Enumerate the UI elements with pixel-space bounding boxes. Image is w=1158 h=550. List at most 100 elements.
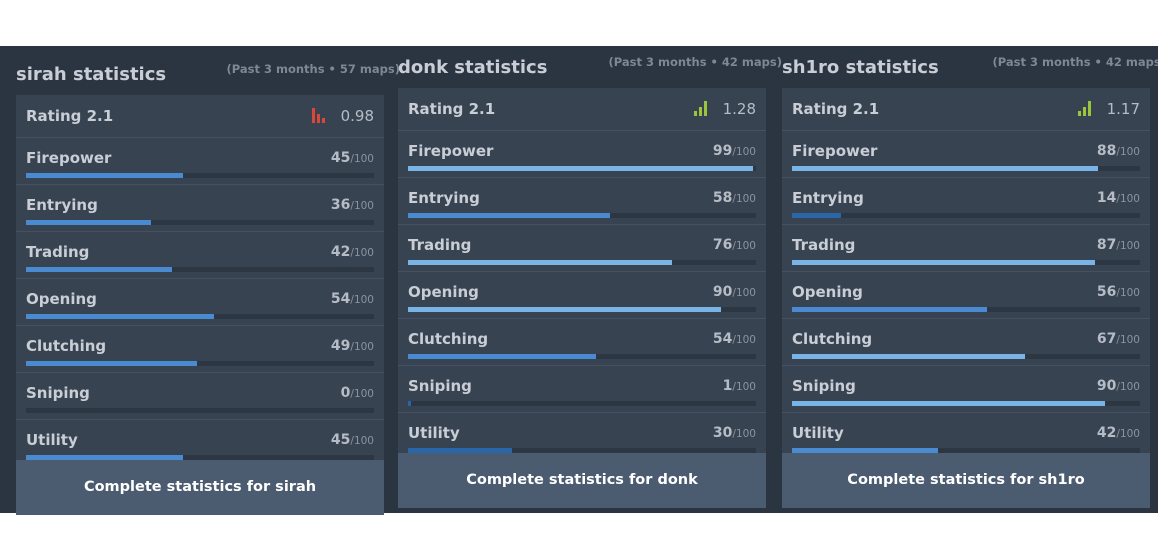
stat-score: 36: [330, 197, 351, 213]
stat-score: 49: [330, 338, 351, 354]
stat-row-trading: Trading 42/100: [16, 232, 384, 279]
stat-value: 54/100: [713, 331, 756, 347]
stat-bar-track: [792, 307, 1140, 312]
stat-bar-fill: [792, 354, 1026, 359]
stat-value: 0/100: [341, 385, 374, 401]
rating-row: Rating 2.1 1.17: [782, 88, 1150, 131]
stat-bar-fill: [408, 166, 753, 171]
stat-max: /100: [732, 287, 756, 299]
stat-value: 54/100: [331, 291, 374, 307]
stat-max: /100: [350, 435, 374, 447]
stat-row-entrying: Entrying 36/100: [16, 185, 384, 232]
stat-score: 76: [712, 237, 733, 253]
rating-row: Rating 2.1 1.28: [398, 88, 766, 131]
stat-row-trading: Trading 76/100: [398, 225, 766, 272]
stat-bar-fill: [792, 166, 1099, 171]
stat-value: 87/100: [1097, 237, 1140, 253]
stat-value: 58/100: [713, 190, 756, 206]
stat-score: 56: [1096, 284, 1117, 300]
stat-value: 67/100: [1097, 331, 1140, 347]
stat-row-entrying: Entrying 58/100: [398, 178, 766, 225]
stat-name: Sniping: [26, 384, 90, 402]
stat-value: 36/100: [331, 197, 374, 213]
stat-score: 54: [330, 291, 351, 307]
stat-score: 58: [712, 190, 733, 206]
stat-value: 56/100: [1097, 284, 1140, 300]
stat-bar-fill: [408, 260, 673, 265]
stat-max: /100: [350, 153, 374, 165]
rating-value: 1.17: [1106, 100, 1140, 118]
stat-row-trading: Trading 87/100: [782, 225, 1150, 272]
complete-statistics-button[interactable]: Complete statistics for donk: [398, 453, 766, 508]
stat-bar-fill: [26, 173, 183, 178]
stat-name: Trading: [26, 243, 90, 261]
stat-bar-track: [792, 354, 1140, 359]
stat-bar-fill: [408, 213, 610, 218]
stat-bar-fill: [792, 260, 1095, 265]
complete-statistics-button[interactable]: Complete statistics for sh1ro: [782, 453, 1150, 508]
stat-row-opening: Opening 90/100: [398, 272, 766, 319]
stat-value: 49/100: [331, 338, 374, 354]
stat-bar-fill: [408, 307, 722, 312]
stat-value: 88/100: [1097, 143, 1140, 159]
stat-value: 99/100: [713, 143, 756, 159]
stat-name: Utility: [26, 431, 78, 449]
stat-bar-track: [408, 166, 756, 171]
stat-bar-fill: [408, 354, 596, 359]
stat-name: Trading: [792, 236, 856, 254]
stat-row-firepower: Firepower 45/100: [16, 138, 384, 185]
stat-name: Entrying: [792, 189, 864, 207]
stat-bar-track: [792, 213, 1140, 218]
rating-value: 1.28: [722, 100, 756, 118]
stat-score: 45: [330, 150, 351, 166]
stat-bar-track: [408, 354, 756, 359]
complete-statistics-button[interactable]: Complete statistics for sirah: [16, 460, 384, 515]
stat-name: Utility: [408, 424, 460, 442]
player-stats-panel: sirah statistics (Past 3 months • 57 maps…: [16, 46, 400, 515]
stat-max: /100: [1116, 428, 1140, 440]
stat-row-clutching: Clutching 49/100: [16, 326, 384, 373]
panel-title: donk statistics: [398, 57, 548, 78]
stat-bar-fill: [26, 361, 197, 366]
stat-score: 0: [340, 385, 351, 401]
stat-name: Trading: [408, 236, 472, 254]
panel-title: sh1ro statistics: [782, 57, 939, 78]
stat-bar-fill: [792, 401, 1106, 406]
stats-card: Rating 2.1 1.28 Firepower 99/100 Entrying 58/…: [398, 88, 766, 459]
stat-bar-track: [26, 267, 374, 272]
stat-bar-track: [792, 166, 1140, 171]
stat-row-firepower: Firepower 99/100: [398, 131, 766, 178]
stats-card: Rating 2.1 0.98 Firepower 45/100 Entrying 36/…: [16, 95, 384, 466]
stat-score: 90: [712, 284, 733, 300]
panel-subtitle: (Past 3 months • 57 maps): [226, 62, 400, 76]
stat-name: Opening: [408, 283, 479, 301]
stat-name: Sniping: [408, 377, 472, 395]
stat-name: Opening: [26, 290, 97, 308]
stat-bar-fill: [792, 213, 841, 218]
stat-bar-track: [408, 401, 756, 406]
stat-score: 99: [712, 143, 733, 159]
stat-value: 30/100: [713, 425, 756, 441]
rating-value: 0.98: [340, 107, 374, 125]
stat-value: 14/100: [1097, 190, 1140, 206]
stat-score: 67: [1096, 331, 1117, 347]
stat-bar-fill: [408, 401, 412, 406]
stat-max: /100: [350, 388, 374, 400]
stat-max: /100: [732, 334, 756, 346]
stat-row-opening: Opening 54/100: [16, 279, 384, 326]
stat-score: 14: [1096, 190, 1117, 206]
bar-chart-icon: [1078, 101, 1092, 116]
stat-name: Sniping: [792, 377, 856, 395]
stat-bar-fill: [26, 314, 214, 319]
stat-score: 87: [1096, 237, 1117, 253]
stat-value: 42/100: [331, 244, 374, 260]
stat-score: 42: [1096, 425, 1117, 441]
stat-name: Clutching: [26, 337, 107, 355]
stat-max: /100: [350, 294, 374, 306]
stat-max: /100: [1116, 381, 1140, 393]
stat-max: /100: [1116, 193, 1140, 205]
stat-max: /100: [1116, 287, 1140, 299]
stat-max: /100: [350, 341, 374, 353]
stat-row-clutching: Clutching 54/100: [398, 319, 766, 366]
stat-row-clutching: Clutching 67/100: [782, 319, 1150, 366]
